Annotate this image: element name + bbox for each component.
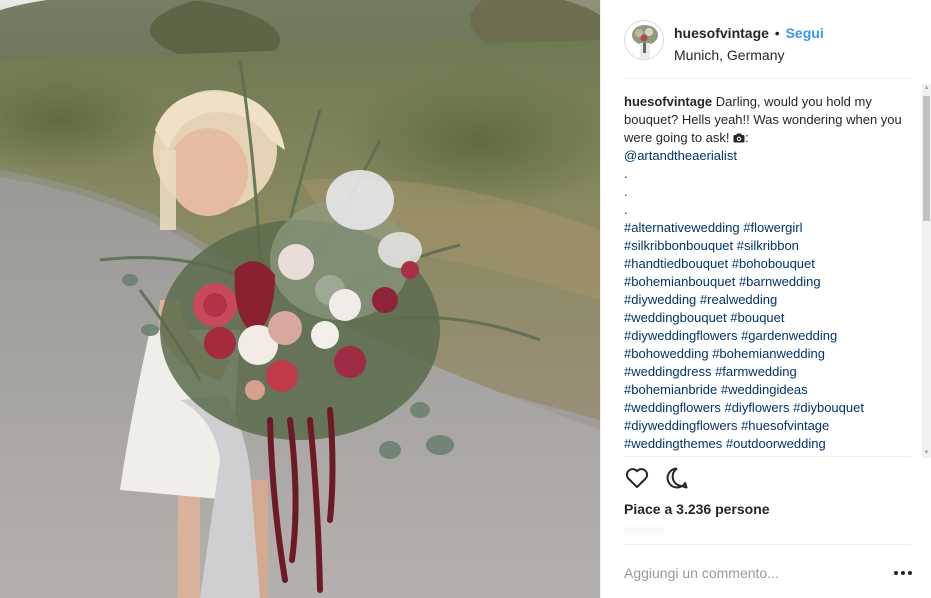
- comment-icon[interactable]: [664, 465, 690, 491]
- header-divider: [624, 78, 911, 79]
- hashtag-line: #diyweddingflowers #gardenwedding: [624, 327, 914, 345]
- comment-divider: [624, 544, 911, 545]
- hashtag[interactable]: #bohemianbride: [624, 382, 717, 397]
- hashtag[interactable]: #weddingflowers: [624, 400, 721, 415]
- hashtag-line: #weddingthemes #outdoorwedding: [624, 435, 914, 453]
- hashtag-line: #handtiedbouquet #bohobouquet: [624, 255, 914, 273]
- hashtag-line: #diyweddingflowers #huesofvintage: [624, 417, 914, 435]
- author-username[interactable]: huesofvintage: [674, 25, 769, 41]
- hashtag[interactable]: #outdoorwedding: [726, 436, 826, 451]
- hashtag-line: #alternativewedding #flowergirl: [624, 219, 914, 237]
- hashtag-line: #bohowedding #bohemianwedding: [624, 345, 914, 363]
- caption-dot-3: .: [624, 202, 628, 217]
- hashtag[interactable]: #silkribbon: [737, 238, 799, 253]
- post-photo[interactable]: [0, 0, 600, 598]
- hashtag[interactable]: #weddingdress: [624, 364, 711, 379]
- hashtag[interactable]: #diywedding: [624, 292, 696, 307]
- avatar[interactable]: [624, 20, 664, 60]
- hashtag[interactable]: #huesofvintage: [741, 418, 829, 433]
- hashtag[interactable]: #bohobouquet: [732, 256, 815, 271]
- likes-count[interactable]: Piace a 3.236 persone: [624, 501, 770, 517]
- post-location[interactable]: Munich, Germany: [674, 47, 784, 63]
- caption-dot-2: .: [624, 184, 628, 199]
- hashtag[interactable]: #barnwedding: [739, 274, 821, 289]
- hashtag[interactable]: #alternativewedding: [624, 220, 740, 235]
- more-options-icon[interactable]: [894, 566, 912, 580]
- timestamp-placeholder: [624, 525, 664, 535]
- hashtag[interactable]: #bouquet: [730, 310, 784, 325]
- hashtag[interactable]: #diybouquet: [793, 400, 864, 415]
- hashtag[interactable]: #silkribbonbouquet: [624, 238, 733, 253]
- hashtag[interactable]: #gardenwedding: [741, 328, 837, 343]
- actions-divider: [624, 456, 911, 457]
- hashtag-list: #alternativewedding #flowergirl #silkrib…: [624, 219, 914, 453]
- post-actions: [624, 465, 724, 493]
- caption-colon: :: [745, 130, 749, 145]
- bouquet-photo: [0, 0, 600, 598]
- hashtag-line: #diywedding #realwedding: [624, 291, 914, 309]
- post-header: huesofvintage • Segui Munich, Germany: [624, 18, 914, 78]
- hashtag[interactable]: #farmwedding: [715, 364, 797, 379]
- hashtag-line: #bohemianbouquet #barnwedding: [624, 273, 914, 291]
- separator-dot: •: [774, 25, 780, 41]
- scroll-up-arrow-icon[interactable]: ▲: [922, 84, 931, 93]
- hashtag[interactable]: #diyweddingflowers: [624, 418, 737, 433]
- add-comment-input[interactable]: [624, 562, 874, 584]
- hashtag-line: #weddingbouquet #bouquet: [624, 309, 914, 327]
- hashtag[interactable]: #bohowedding: [624, 346, 709, 361]
- hashtag-line: #weddingdress #farmwedding: [624, 363, 914, 381]
- scroll-down-arrow-icon[interactable]: ▼: [922, 449, 931, 458]
- heart-icon[interactable]: [624, 465, 650, 491]
- hashtag-line: #bohemianbride #weddingideas: [624, 381, 914, 399]
- caption-username[interactable]: huesofvintage: [624, 94, 712, 109]
- hashtag[interactable]: #realwedding: [700, 292, 777, 307]
- hashtag[interactable]: #weddingthemes: [624, 436, 722, 451]
- scrollbar-thumb[interactable]: [923, 96, 930, 221]
- caption-dot-1: .: [624, 166, 628, 181]
- hashtag[interactable]: #flowergirl: [743, 220, 802, 235]
- caption-area: huesofvintage Darling, would you hold my…: [624, 93, 914, 455]
- hashtag-line: #weddingflowers #diyflowers #diybouquet: [624, 399, 914, 417]
- avatar-image: [625, 21, 663, 59]
- hashtag[interactable]: #bohemianwedding: [712, 346, 825, 361]
- hashtag-line: #silkribbonbouquet #silkribbon: [624, 237, 914, 255]
- hashtag[interactable]: #weddingbouquet: [624, 310, 727, 325]
- comments-scrollbar[interactable]: ▲ ▼: [922, 84, 931, 458]
- follow-button[interactable]: Segui: [786, 25, 824, 41]
- caption-mention[interactable]: @artandtheaerialist: [624, 148, 737, 163]
- caption-text: huesofvintage Darling, would you hold my…: [624, 93, 914, 165]
- hashtag[interactable]: #diyflowers: [724, 400, 789, 415]
- hashtag[interactable]: #diyweddingflowers: [624, 328, 737, 343]
- camera-icon: [733, 133, 745, 143]
- hashtag[interactable]: #handtiedbouquet: [624, 256, 728, 271]
- username-row: huesofvintage • Segui: [674, 25, 824, 41]
- hashtag[interactable]: #bohemianbouquet: [624, 274, 735, 289]
- hashtag[interactable]: #weddingideas: [721, 382, 808, 397]
